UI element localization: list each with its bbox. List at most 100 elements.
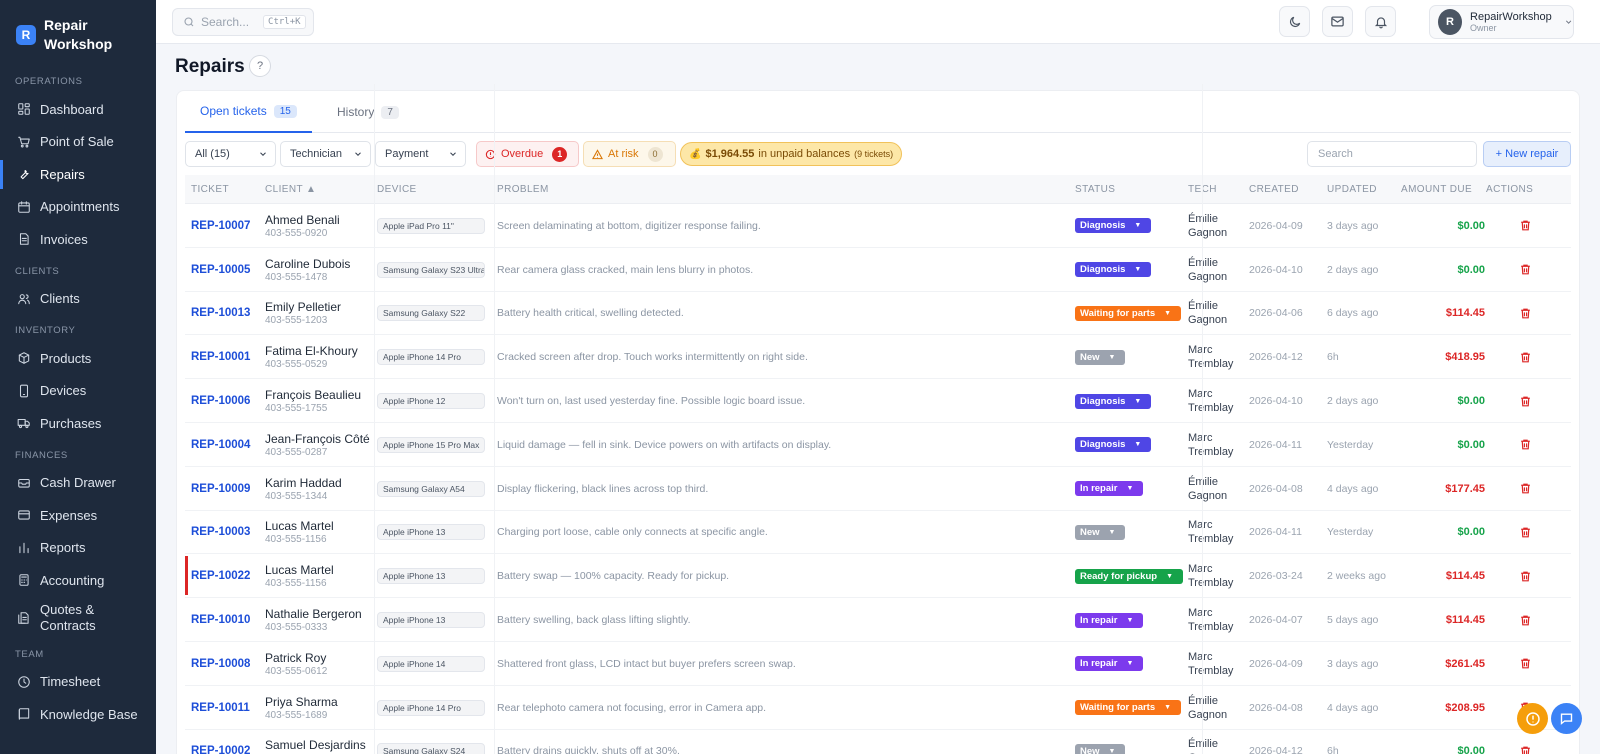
ticket-link[interactable]: REP-10005: [191, 248, 250, 292]
sidebar-item-clients[interactable]: Clients: [0, 283, 156, 316]
sidebar-item-accounting[interactable]: Accounting: [0, 564, 156, 597]
ticket-link[interactable]: REP-10001: [191, 335, 250, 379]
delete-button[interactable]: [1518, 335, 1532, 379]
sidebar-item-products[interactable]: Products: [0, 342, 156, 375]
delete-button[interactable]: [1518, 642, 1532, 686]
sidebar-item-dashboard[interactable]: Dashboard: [0, 93, 156, 126]
status-dropdown[interactable]: Diagnosis ▼: [1075, 393, 1152, 409]
ticket-link[interactable]: REP-10010: [191, 598, 250, 642]
ticket-link[interactable]: REP-10013: [191, 292, 250, 336]
delete-button[interactable]: [1518, 379, 1532, 423]
client-cell[interactable]: Ahmed Benali 403-555-0920: [265, 204, 340, 248]
sidebar-item-timesheet[interactable]: Timesheet: [0, 666, 156, 699]
client-cell[interactable]: Fatima El-Khoury 403-555-0529: [265, 335, 358, 379]
table-row[interactable]: REP-10011 Priya Sharma 403-555-1689 Apple i…: [185, 686, 1571, 730]
delete-button[interactable]: [1518, 248, 1532, 292]
status-dropdown[interactable]: Diagnosis ▼: [1075, 437, 1152, 453]
chat-fab[interactable]: [1551, 703, 1582, 734]
col-status[interactable]: STATUS: [1075, 184, 1115, 195]
client-cell[interactable]: François Beaulieu 403-555-1755: [265, 379, 361, 423]
tab-history[interactable]: History 7: [322, 91, 414, 133]
sidebar-item-invoices[interactable]: Invoices: [0, 223, 156, 256]
theme-toggle-button[interactable]: [1279, 6, 1310, 37]
delete-button[interactable]: [1518, 292, 1532, 336]
overdue-filter-button[interactable]: Overdue 1: [476, 141, 579, 167]
ticket-link[interactable]: REP-10004: [191, 423, 250, 467]
payment-filter-select[interactable]: Payment: [375, 141, 466, 167]
col-ticket[interactable]: TICKET: [191, 184, 229, 195]
ticket-link[interactable]: REP-10003: [191, 511, 250, 555]
table-row[interactable]: REP-10006 François Beaulieu 403-555-1755 Ap…: [185, 379, 1571, 423]
table-row[interactable]: REP-10001 Fatima El-Khoury 403-555-0529 App…: [185, 335, 1571, 380]
notifications-button[interactable]: [1365, 6, 1396, 37]
tab-open-tickets[interactable]: Open tickets 15: [185, 91, 312, 133]
delete-button[interactable]: [1518, 204, 1532, 248]
status-dropdown[interactable]: In repair ▼: [1075, 481, 1144, 497]
client-cell[interactable]: Nathalie Bergeron 403-555-0333: [265, 598, 362, 642]
status-dropdown[interactable]: Diagnosis ▼: [1075, 262, 1152, 278]
sidebar-item-purchases[interactable]: Purchases: [0, 407, 156, 440]
client-cell[interactable]: Jean-François Côté 403-555-0287: [265, 423, 370, 467]
table-row[interactable]: REP-10022 Lucas Martel 403-555-1156 Apple i…: [185, 554, 1571, 599]
table-row[interactable]: REP-10003 Lucas Martel 403-555-1156 Apple i…: [185, 511, 1571, 555]
status-dropdown[interactable]: In repair ▼: [1075, 656, 1144, 672]
client-cell[interactable]: Lucas Martel 403-555-1156: [265, 554, 334, 598]
help-button[interactable]: ?: [249, 55, 271, 77]
col-problem[interactable]: PROBLEM: [497, 184, 549, 195]
sidebar-item-repairs[interactable]: Repairs: [0, 158, 156, 191]
col-updated[interactable]: UPDATED: [1327, 184, 1377, 195]
status-dropdown[interactable]: Ready for pickup ▼: [1075, 568, 1184, 584]
unpaid-balances-badge[interactable]: 💰 $1,964.55 in unpaid balances (9 ticket…: [680, 142, 903, 166]
all-filter-select[interactable]: All (15): [185, 141, 276, 167]
alert-fab[interactable]: [1517, 703, 1548, 734]
table-row[interactable]: REP-10005 Caroline Dubois 403-555-1478 Sams…: [185, 248, 1571, 292]
client-cell[interactable]: Priya Sharma 403-555-1689: [265, 686, 338, 730]
ticket-link[interactable]: REP-10022: [191, 554, 250, 598]
table-row[interactable]: REP-10009 Karim Haddad 403-555-1344 Samsung…: [185, 467, 1571, 511]
sidebar-item-appointments[interactable]: Appointments: [0, 191, 156, 224]
sidebar-item-reports[interactable]: Reports: [0, 532, 156, 565]
sidebar-item-quotes-contracts[interactable]: Quotes & Contracts: [0, 597, 156, 639]
client-cell[interactable]: Karim Haddad 403-555-1344: [265, 467, 342, 511]
client-cell[interactable]: Patrick Roy 403-555-0612: [265, 642, 327, 686]
brand[interactable]: R Repair Workshop: [0, 0, 156, 66]
sidebar-item-expenses[interactable]: Expenses: [0, 499, 156, 532]
status-dropdown[interactable]: Diagnosis ▼: [1075, 218, 1152, 234]
user-menu[interactable]: R RepairWorkshop Owner: [1429, 5, 1574, 39]
sidebar-item-point-of-sale[interactable]: Point of Sale: [0, 126, 156, 159]
sidebar-item-knowledge-base[interactable]: Knowledge Base: [0, 698, 156, 731]
status-dropdown[interactable]: Waiting for parts ▼: [1075, 700, 1182, 716]
col-amount[interactable]: AMOUNT DUE: [1401, 184, 1472, 195]
delete-button[interactable]: [1518, 554, 1532, 598]
col-created[interactable]: CREATED: [1249, 184, 1299, 195]
table-row[interactable]: REP-10013 Emily Pelletier 403-555-1203 Sams…: [185, 292, 1571, 336]
table-row[interactable]: REP-10010 Nathalie Bergeron 403-555-0333 Ap…: [185, 598, 1571, 642]
table-row[interactable]: REP-10007 Ahmed Benali 403-555-0920 Apple i…: [185, 204, 1571, 248]
client-cell[interactable]: Lucas Martel 403-555-1156: [265, 511, 334, 555]
status-dropdown[interactable]: New ▼: [1075, 743, 1126, 754]
col-device[interactable]: DEVICE: [377, 184, 417, 195]
sidebar-item-devices[interactable]: Devices: [0, 375, 156, 408]
ticket-link[interactable]: REP-10007: [191, 204, 250, 248]
table-row[interactable]: REP-10008 Patrick Roy 403-555-0612 Apple iP…: [185, 642, 1571, 686]
status-dropdown[interactable]: In repair ▼: [1075, 612, 1144, 628]
technician-filter-select[interactable]: Technician: [280, 141, 371, 167]
status-dropdown[interactable]: Waiting for parts ▼: [1075, 305, 1182, 321]
delete-button[interactable]: [1518, 423, 1532, 467]
ticket-link[interactable]: REP-10008: [191, 642, 250, 686]
table-row[interactable]: REP-10004 Jean-François Côté 403-555-0287 A…: [185, 423, 1571, 467]
client-cell[interactable]: Caroline Dubois 403-555-1478: [265, 248, 350, 292]
ticket-link[interactable]: REP-10011: [191, 686, 250, 730]
new-repair-button[interactable]: + New repair: [1483, 141, 1571, 167]
messages-button[interactable]: [1322, 6, 1353, 37]
status-dropdown[interactable]: New ▼: [1075, 524, 1126, 540]
delete-button[interactable]: [1518, 467, 1532, 511]
col-client[interactable]: CLIENT ▲: [265, 184, 316, 195]
client-cell[interactable]: Samuel Desjardins403-555-0448: [265, 730, 366, 754]
sidebar-item-cash-drawer[interactable]: Cash Drawer: [0, 467, 156, 500]
table-search-input[interactable]: Search: [1307, 141, 1477, 167]
status-dropdown[interactable]: New ▼: [1075, 349, 1126, 365]
client-cell[interactable]: Emily Pelletier 403-555-1203: [265, 292, 341, 336]
ticket-link[interactable]: REP-10006: [191, 379, 250, 423]
at-risk-filter-button[interactable]: At risk 0: [583, 141, 676, 167]
